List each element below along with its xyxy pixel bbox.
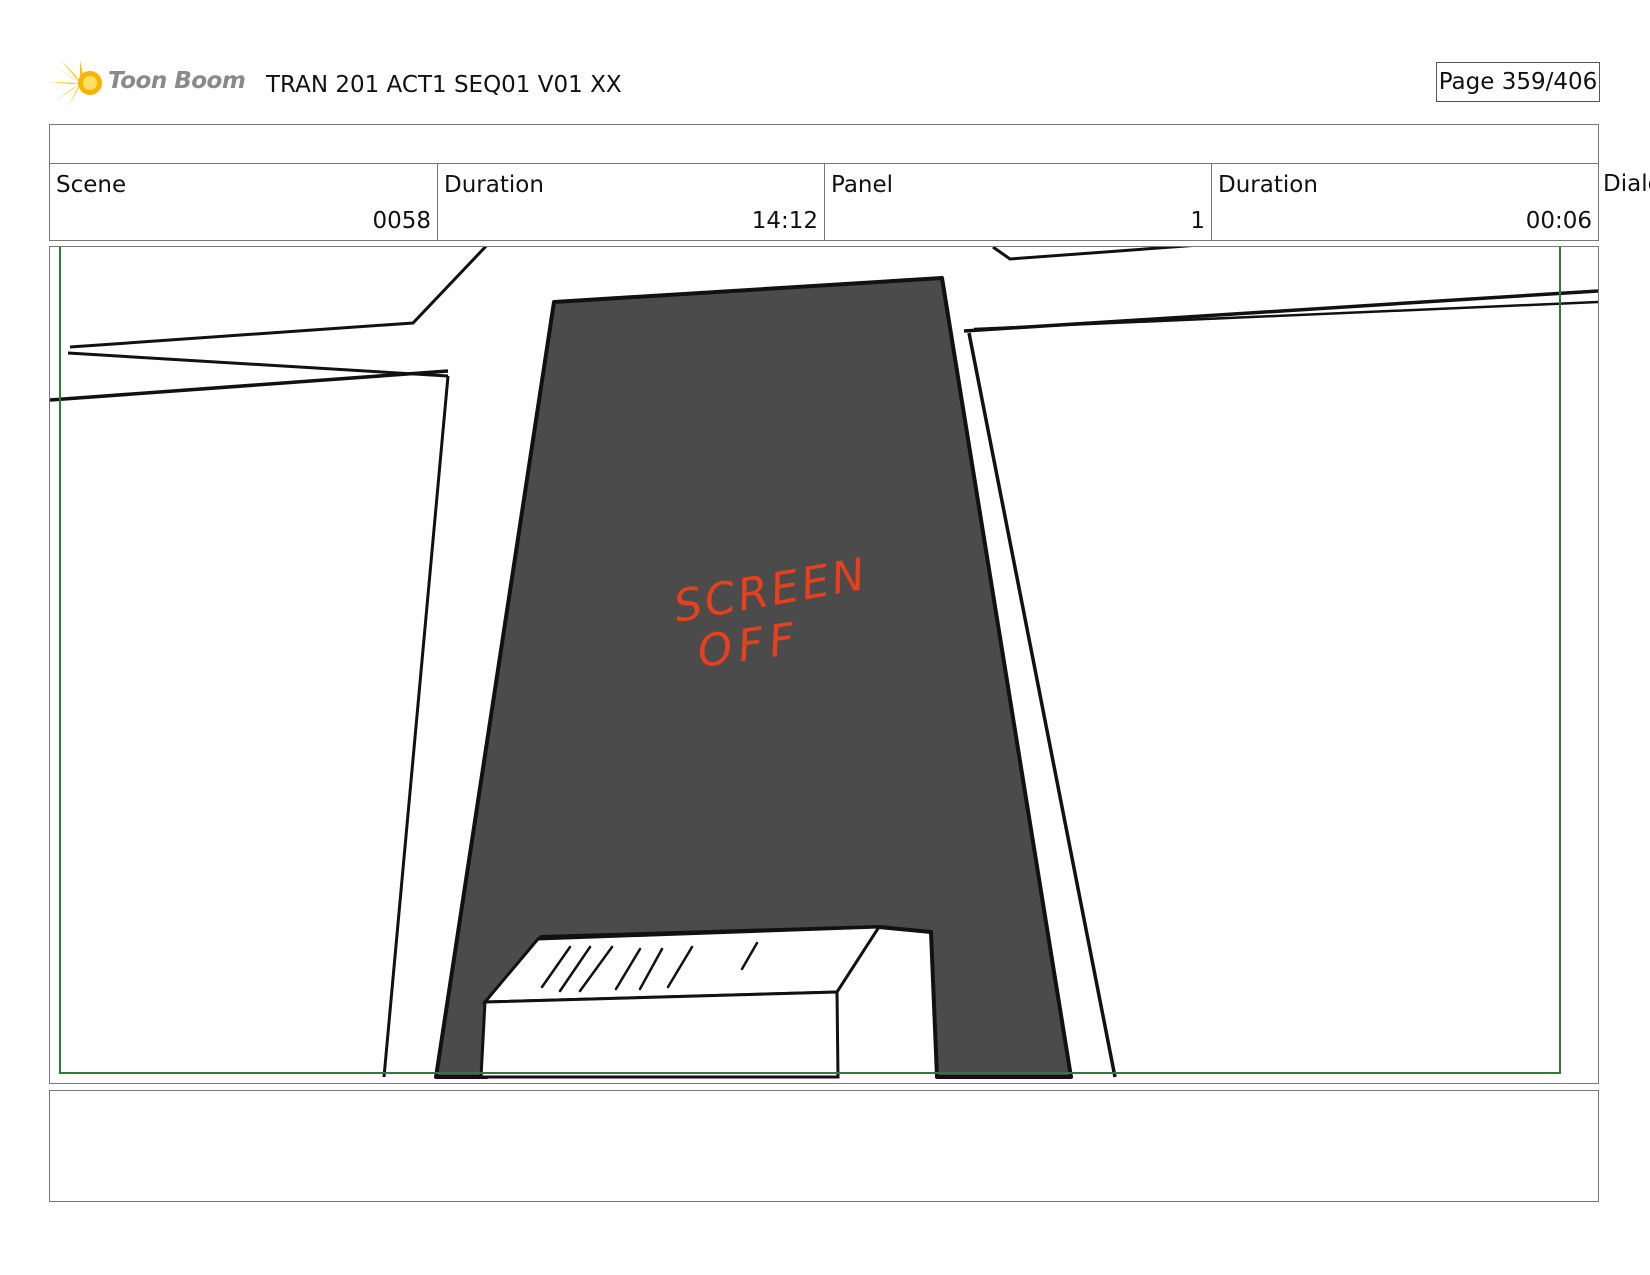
scene-duration-cell: Duration 14:12 (438, 164, 825, 240)
panel-duration-label: Duration (1218, 172, 1318, 198)
scene-cell: Scene 0058 (50, 164, 438, 240)
scene-duration-value: 14:12 (751, 208, 818, 234)
panel-duration-cell: Duration 00:06 (1212, 164, 1598, 240)
scene-label: Scene (56, 172, 127, 198)
project-title: TRAN 201 ACT1 SEQ01 V01 XX (266, 72, 622, 98)
right-ceiling-line (992, 247, 1193, 261)
scene-duration-label: Duration (444, 172, 544, 198)
title-strip (49, 124, 1599, 163)
box-front-face (479, 990, 840, 1079)
storyboard-panel: SCREEN OFF (49, 246, 1599, 1084)
left-wall-edge (382, 375, 450, 1078)
caption-box (49, 1090, 1599, 1202)
logo-text: Toon Boom (108, 68, 246, 94)
panel-label: Panel (831, 172, 894, 198)
right-wall-line (973, 300, 1598, 331)
sunburst-icon (50, 59, 102, 107)
panel-value: 1 (1190, 208, 1205, 234)
info-row: Scene 0058 Duration 14:12 Panel 1 Durati… (49, 163, 1599, 241)
panel-duration-value: 00:06 (1525, 208, 1592, 234)
dialog-label: Dialog (1603, 171, 1650, 197)
left-wall-top (67, 351, 449, 378)
left-wall-line (50, 369, 449, 402)
page-number: Page 359/406 (1436, 62, 1600, 102)
panel-cell: Panel 1 (825, 164, 1212, 240)
toon-boom-logo: Toon Boom (50, 58, 250, 108)
left-ceiling-line (69, 247, 488, 349)
scene-value: 0058 (372, 208, 431, 234)
page-header: Toon Boom TRAN 201 ACT1 SEQ01 V01 XX Pag… (50, 54, 1600, 110)
panel-drawing: SCREEN OFF (50, 247, 1598, 1079)
